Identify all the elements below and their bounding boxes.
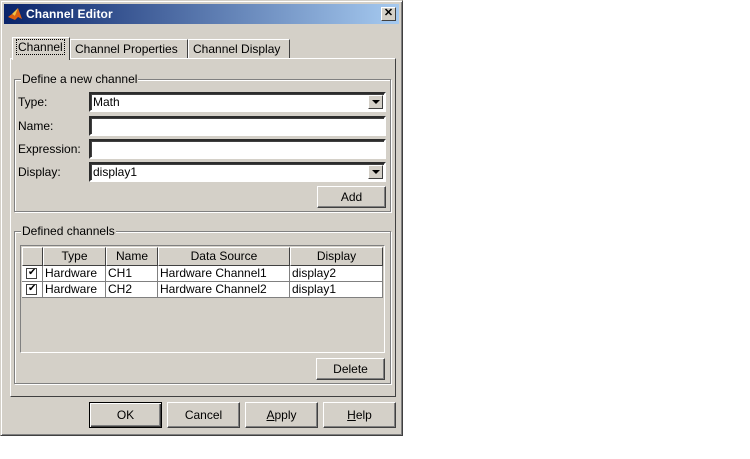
help-button[interactable]: Help <box>323 402 396 428</box>
matlab-logo-icon <box>8 8 22 20</box>
title-bar[interactable]: Channel Editor ✕ <box>4 4 399 24</box>
add-button[interactable]: Add <box>317 186 386 208</box>
display-label: Display: <box>18 165 61 179</box>
defined-group-title: Defined channels <box>21 224 116 238</box>
cell-display[interactable]: display2 <box>290 266 383 282</box>
cell-type[interactable]: Hardware <box>43 266 106 282</box>
apply-button[interactable]: Apply <box>245 402 318 428</box>
display-dropdown[interactable]: display1 <box>89 162 386 182</box>
cell-data-source[interactable]: Hardware Channel1 <box>158 266 290 282</box>
close-icon: ✕ <box>383 7 394 19</box>
table-row[interactable]: ✔ <box>22 282 43 298</box>
window-title: Channel Editor <box>26 7 113 21</box>
checkmark-icon: ✔ <box>28 283 37 294</box>
tab-channel-properties[interactable]: Channel Properties <box>70 39 188 59</box>
chevron-down-icon[interactable] <box>368 95 383 109</box>
enabled-checkbox[interactable]: ✔ <box>26 267 37 279</box>
column-header-type[interactable]: Type <box>43 247 106 266</box>
tab-channel-display[interactable]: Channel Display <box>188 39 290 59</box>
expression-label: Expression: <box>18 142 81 156</box>
cell-name[interactable]: CH1 <box>106 266 158 282</box>
tab-channel[interactable]: Channel <box>12 37 70 60</box>
delete-button[interactable]: Delete <box>316 358 385 380</box>
checkmark-icon: ✔ <box>28 267 37 278</box>
type-dropdown[interactable]: Math <box>89 92 386 112</box>
enabled-checkbox[interactable]: ✔ <box>26 283 37 295</box>
type-value: Math <box>93 95 120 109</box>
define-group-title: Define a new channel <box>21 72 139 86</box>
cell-type[interactable]: Hardware <box>43 282 106 298</box>
column-header-display[interactable]: Display <box>290 247 383 266</box>
display-value: display1 <box>93 165 138 179</box>
name-label: Name: <box>18 119 54 133</box>
cell-name[interactable]: CH2 <box>106 282 158 298</box>
cell-display[interactable]: display1 <box>290 282 383 298</box>
cancel-button[interactable]: Cancel <box>167 402 240 428</box>
expression-input[interactable] <box>89 139 386 159</box>
column-header-data-source[interactable]: Data Source <box>158 247 290 266</box>
name-input[interactable] <box>89 116 386 136</box>
cell-data-source[interactable]: Hardware Channel2 <box>158 282 290 298</box>
column-header-name[interactable]: Name <box>106 247 158 266</box>
table-row[interactable]: ✔ <box>22 266 43 282</box>
chevron-down-icon[interactable] <box>368 165 383 179</box>
close-button[interactable]: ✕ <box>381 7 396 21</box>
ok-button[interactable]: OK <box>89 402 162 428</box>
channels-table[interactable]: Type Name Data Source Display ✔ Hardware… <box>20 245 385 353</box>
type-label: Type: <box>18 95 48 109</box>
channel-editor-dialog: Channel Editor ✕ Channel Channel Propert… <box>0 0 403 436</box>
column-header-enabled[interactable] <box>22 247 43 266</box>
